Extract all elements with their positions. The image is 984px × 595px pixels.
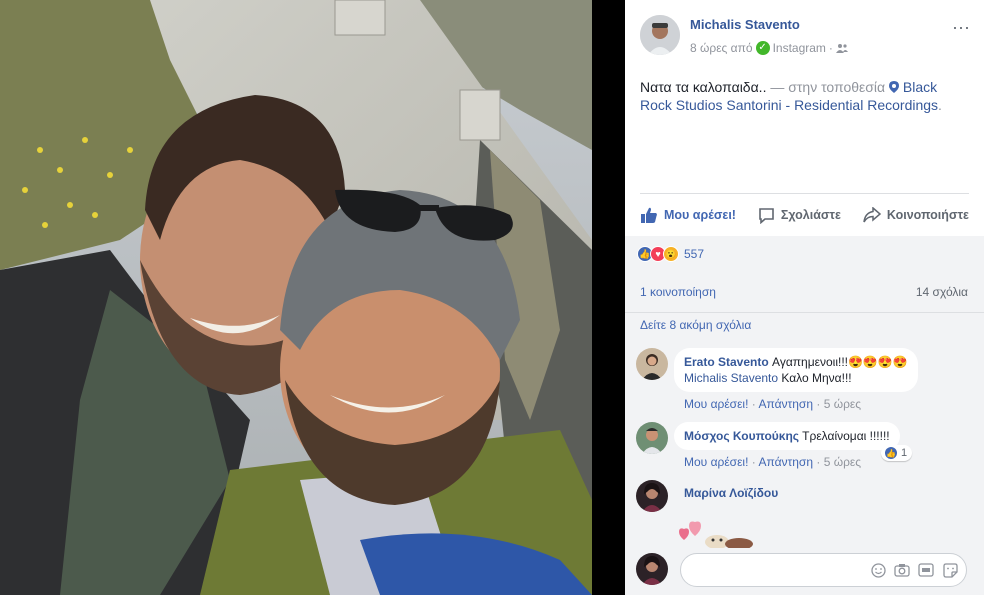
comment-like-count[interactable]: 👍 1 — [881, 445, 913, 461]
post-photo[interactable] — [0, 0, 592, 595]
comment-text-2: Καλο Μηνα!!! — [778, 371, 852, 385]
location-prefix: — στην τοποθεσία — [770, 79, 886, 95]
comment-text: Αγαπημενοιι!!! — [772, 355, 848, 369]
post-header: Michalis Stavento 8 ώρες από ✓ Instagram… — [640, 15, 970, 57]
reactions-summary[interactable]: 👍 ♥ 😮 557 — [637, 246, 704, 262]
commenter-avatar[interactable] — [636, 422, 668, 454]
commenter-name[interactable]: Μαρίνα Λοϊζίδου — [684, 486, 778, 500]
post-source[interactable]: Instagram — [773, 41, 826, 55]
emoji-icon[interactable] — [870, 562, 886, 578]
separator-dot: · — [828, 41, 833, 55]
comment-actions: Μου αρέσει! · Απάντηση · 5 ώρες — [684, 397, 862, 411]
commenter-avatar[interactable] — [636, 348, 668, 380]
comment-time[interactable]: 5 ώρες — [824, 455, 861, 469]
sticker-icon[interactable] — [942, 562, 958, 578]
share-button[interactable]: Κοινοποιήστε — [863, 207, 969, 223]
comment-button-label: Σχολιάστε — [780, 208, 841, 222]
photo-theater: Michalis Stavento 8 ώρες από ✓ Instagram… — [0, 0, 984, 595]
comment-bubble: Μαρίνα Λοϊζίδου — [684, 486, 778, 500]
comments-section: 👍 ♥ 😮 557 1 κοινοποίηση 14 σχόλια Δείτε … — [625, 236, 984, 595]
commenter-name[interactable]: Μόσχος Κουπούκης — [684, 429, 799, 443]
like-button[interactable]: Μου αρέσει! — [640, 206, 736, 224]
comment-mention[interactable]: Michalis Stavento — [684, 371, 778, 385]
comment-actions: Μου αρέσει! · Απάντηση · 5 ώρες — [684, 455, 862, 469]
more-options-icon[interactable]: ··· — [952, 17, 970, 38]
comment-reply-link[interactable]: Απάντηση — [758, 455, 813, 469]
divider — [640, 193, 969, 194]
my-avatar[interactable] — [636, 553, 668, 585]
comments-count[interactable]: 14 σχόλια — [916, 285, 968, 299]
comment-button[interactable]: Σχολιάστε — [758, 207, 841, 224]
post-text: Νατα τα καλοπαιδα.. — στην τοποθεσία Bla… — [640, 78, 970, 114]
comment-like-count-value: 1 — [901, 447, 908, 459]
engagement-counts: 1 κοινοποίηση 14 σχόλια — [640, 285, 968, 299]
comment-icon — [759, 207, 774, 224]
selfie-image — [0, 0, 592, 595]
post-time[interactable]: 8 ώρες από — [690, 41, 753, 55]
post-message: Νατα τα καλοπαιδα.. — [640, 79, 767, 95]
commenter-avatar[interactable] — [636, 480, 668, 512]
shares-count[interactable]: 1 κοινοποίηση — [640, 285, 716, 299]
composer-tools — [870, 562, 958, 578]
like-reaction-icon: 👍 — [884, 446, 898, 460]
instagram-check-icon: ✓ — [755, 41, 770, 55]
post-sidebar: Michalis Stavento 8 ώρες από ✓ Instagram… — [625, 0, 984, 595]
comment-time[interactable]: 5 ώρες — [824, 397, 861, 411]
comment-emoji: 😍😍😍😍 — [847, 355, 908, 369]
location-suffix: . — [938, 97, 942, 113]
wow-reaction-icon: 😮 — [663, 246, 679, 262]
comment-composer — [636, 551, 976, 591]
comment-bubble: Μόσχος Κουπούκης Τρελαίνομαι !!!!!! — [674, 422, 900, 450]
author-name[interactable]: Michalis Stavento — [690, 17, 800, 32]
author-avatar[interactable] — [640, 15, 680, 55]
comment-text: Τρελαίνομαι !!!!!! — [799, 429, 890, 443]
comment-reply-link[interactable]: Απάντηση — [758, 397, 813, 411]
reactions-count[interactable]: 557 — [684, 247, 704, 261]
view-more-comments-link[interactable]: Δείτε 8 ακόμη σχόλια — [640, 318, 751, 332]
divider — [625, 312, 984, 313]
like-button-label: Μου αρέσει! — [664, 208, 736, 222]
post-meta: 8 ώρες από ✓ Instagram · — [690, 41, 848, 55]
comment-bubble: Erato Stavento Αγαπημενοιι!!!😍😍😍😍 Michal… — [674, 348, 918, 392]
sticker-image — [679, 521, 753, 548]
gif-icon[interactable] — [918, 562, 934, 578]
friends-audience-icon[interactable] — [835, 43, 848, 53]
share-button-label: Κοινοποιήστε — [886, 208, 969, 222]
location-pin-icon — [889, 81, 900, 93]
post-actions: Μου αρέσει! Σχολιάστε Κοινοποιήστε — [640, 203, 969, 227]
comment-like-link[interactable]: Μου αρέσει! — [684, 455, 748, 469]
camera-icon[interactable] — [894, 562, 910, 578]
share-icon — [863, 207, 881, 223]
commenter-name[interactable]: Erato Stavento — [684, 355, 769, 369]
thumbs-up-icon — [641, 207, 657, 223]
comment-like-link[interactable]: Μου αρέσει! — [684, 397, 748, 411]
